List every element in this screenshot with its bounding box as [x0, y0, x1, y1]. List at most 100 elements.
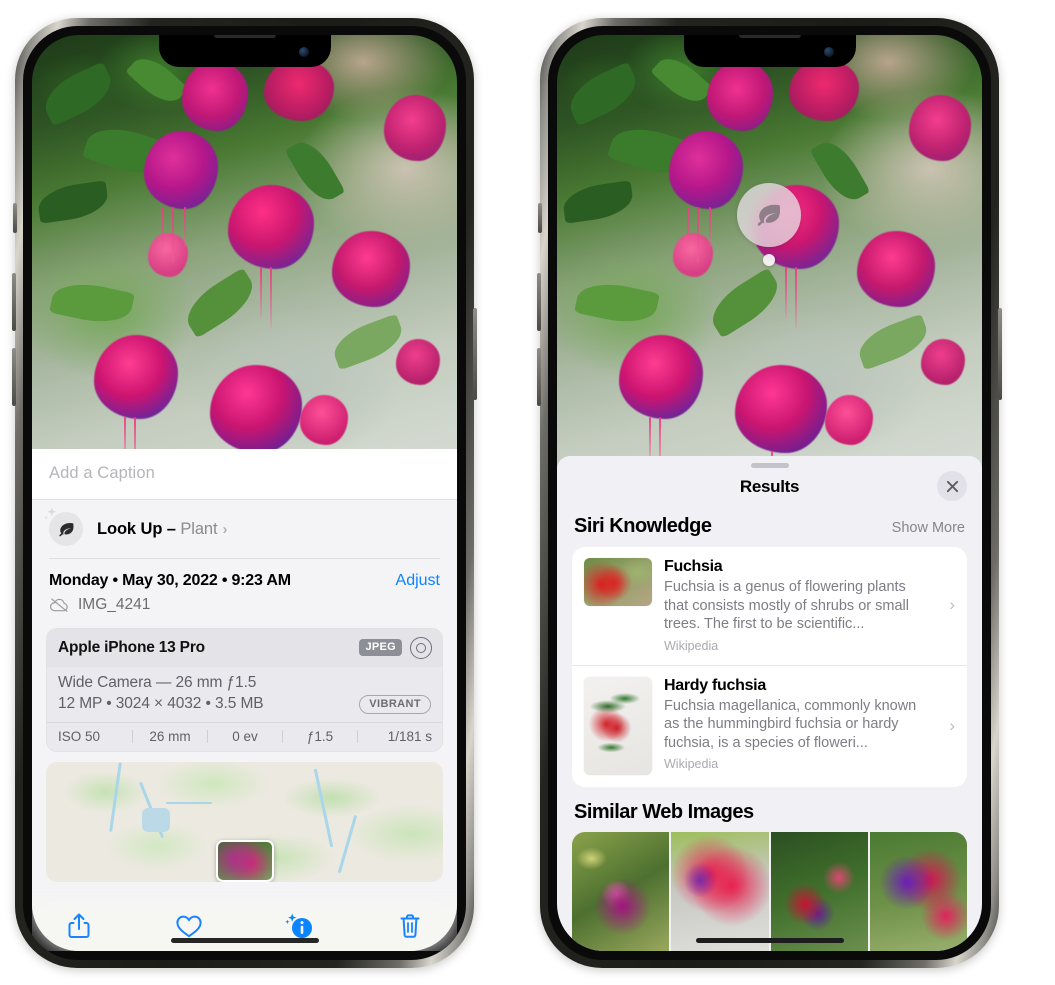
web-image-3[interactable] — [770, 831, 868, 951]
knowledge-source: Wikipedia — [664, 638, 719, 653]
web-image-1[interactable] — [572, 831, 670, 951]
iphone-right: Results Siri Knowledge Show More Fuchsia… — [537, 18, 1002, 968]
style-badge: VIBRANT — [359, 694, 431, 714]
knowledge-source: Wikipedia — [664, 757, 719, 772]
exif-aperture: ƒ1.5 — [306, 728, 334, 744]
close-button[interactable] — [937, 471, 967, 501]
close-icon — [946, 480, 958, 492]
exif-ev: 0 ev — [232, 728, 258, 744]
notch-left — [158, 35, 331, 67]
sparkle-icon — [43, 507, 57, 520]
look-up-title: Look Up — [97, 519, 163, 538]
photo-date: Monday • May 30, 2022 • 9:23 AM — [49, 571, 291, 589]
silence-switch[interactable] — [538, 203, 542, 233]
silence-switch[interactable] — [13, 203, 17, 233]
volume-down-button[interactable] — [12, 348, 16, 406]
front-camera-icon — [823, 47, 834, 57]
earpiece-speaker-icon — [213, 35, 276, 38]
phone-bezel-right: Results Siri Knowledge Show More Fuchsia… — [548, 26, 991, 960]
share-icon — [68, 913, 90, 938]
knowledge-row-text: Fuchsia Fuchsia is a genus of flowering … — [664, 558, 933, 653]
phone-bezel-left: Add a Caption Look Up – Plant › Monday •… — [23, 26, 466, 960]
specs-line: 12 MP • 3024 × 4032 • 3.5 MB — [58, 695, 264, 712]
results-title: Results — [739, 477, 800, 496]
notch-right — [683, 35, 856, 67]
camera-model: Apple iPhone 13 Pro — [58, 638, 205, 656]
caption-input[interactable]: Add a Caption — [49, 464, 440, 483]
heart-icon — [176, 915, 202, 938]
look-up-icon-wrap — [43, 507, 83, 546]
file-name: IMG_4241 — [78, 595, 151, 613]
leaf-icon — [757, 204, 781, 226]
knowledge-row-fuchsia[interactable]: Fuchsia Fuchsia is a genus of flowering … — [572, 547, 967, 665]
screen-left: Add a Caption Look Up – Plant › Monday •… — [32, 35, 457, 951]
aperture-icon[interactable] — [410, 636, 432, 659]
adjust-button[interactable]: Adjust — [396, 572, 440, 590]
photo-viewer-left[interactable] — [32, 35, 457, 483]
trash-icon — [400, 914, 420, 938]
similar-web-images-strip[interactable] — [572, 831, 967, 951]
knowledge-row-text: Hardy fuchsia Fuchsia magellanica, commo… — [664, 677, 933, 772]
exif-row: ISO 50 26 mm 0 ev ƒ1.5 1/181 s — [47, 721, 442, 751]
delete-button[interactable] — [389, 907, 431, 945]
chevron-right-icon: › — [222, 520, 228, 538]
knowledge-description: Fuchsia magellanica, commonly known as t… — [664, 697, 917, 751]
look-up-anchor-dot — [763, 254, 775, 266]
similar-web-images-title: Similar Web Images — [574, 800, 754, 823]
home-indicator-left[interactable] — [170, 938, 319, 943]
knowledge-title: Hardy fuchsia — [664, 676, 766, 694]
fuchsia-thumbnail — [584, 558, 652, 606]
results-header: Results — [557, 468, 982, 510]
info-sparkle-icon — [284, 913, 312, 938]
siri-knowledge-header: Siri Knowledge Show More — [557, 510, 982, 547]
file-row: IMG_4241 — [32, 590, 457, 626]
camera-card-body: Wide Camera — 26 mm ƒ1.5 12 MP • 3024 × … — [47, 667, 442, 722]
knowledge-row-hardy-fuchsia[interactable]: Hardy fuchsia Fuchsia magellanica, commo… — [572, 664, 967, 787]
power-button[interactable] — [473, 308, 477, 400]
camera-header-badges: JPEG — [359, 636, 432, 659]
exif-focal: 26 mm — [149, 728, 191, 744]
similar-web-images-header: Similar Web Images — [557, 787, 982, 832]
format-badge: JPEG — [359, 639, 402, 656]
chevron-right-icon: › — [949, 715, 955, 735]
photo-info-sheet: Add a Caption Look Up – Plant › Monday •… — [32, 449, 457, 951]
camera-card-header: Apple iPhone 13 Pro JPEG — [47, 628, 442, 667]
look-up-subject: Plant — [180, 519, 218, 538]
look-up-leaf-badge[interactable] — [737, 183, 801, 247]
siri-knowledge-card: Fuchsia Fuchsia is a genus of flowering … — [572, 547, 967, 787]
camera-info-card: Apple iPhone 13 Pro JPEG Wide Camera — 2… — [46, 627, 443, 752]
look-up-row[interactable]: Look Up – Plant › — [32, 500, 457, 558]
photo-location-pin[interactable] — [215, 839, 274, 882]
web-image-2[interactable] — [671, 831, 769, 951]
web-image-4[interactable] — [869, 831, 967, 951]
front-camera-icon — [298, 47, 309, 57]
screenshot-canvas: Add a Caption Look Up – Plant › Monday •… — [0, 0, 1055, 985]
date-row: Monday • May 30, 2022 • 9:23 AM Adjust — [32, 559, 457, 590]
look-up-dash: – — [166, 519, 176, 538]
specs-wrap: 12 MP • 3024 × 4032 • 3.5 MB VIBRANT — [58, 694, 431, 714]
exif-shutter: 1/181 s — [387, 728, 432, 744]
power-button[interactable] — [998, 308, 1002, 400]
visual-lookup-results-sheet: Results Siri Knowledge Show More Fuchsia… — [557, 456, 982, 951]
location-map[interactable] — [46, 761, 443, 882]
look-up-label: Look Up – Plant › — [97, 520, 227, 539]
volume-down-button[interactable] — [537, 348, 541, 406]
show-more-button[interactable]: Show More — [892, 520, 965, 536]
caption-field-row[interactable]: Add a Caption — [32, 449, 457, 500]
iphone-left: Add a Caption Look Up – Plant › Monday •… — [12, 18, 477, 968]
volume-up-button[interactable] — [12, 273, 16, 331]
knowledge-title: Fuchsia — [664, 558, 723, 575]
earpiece-speaker-icon — [738, 35, 801, 38]
screen-right: Results Siri Knowledge Show More Fuchsia… — [557, 35, 982, 951]
photo-viewer-right[interactable] — [557, 35, 982, 483]
knowledge-description: Fuchsia is a genus of flowering plants t… — [664, 579, 909, 633]
exif-iso: ISO 50 — [58, 728, 101, 744]
home-indicator-right[interactable] — [695, 938, 844, 943]
siri-knowledge-title: Siri Knowledge — [574, 515, 712, 537]
chevron-right-icon: › — [949, 595, 955, 615]
volume-up-button[interactable] — [537, 273, 541, 331]
hardy-fuchsia-thumbnail — [584, 676, 652, 775]
lens-line: Wide Camera — 26 mm ƒ1.5 — [58, 673, 257, 691]
share-button[interactable] — [58, 907, 100, 945]
cloud-slash-icon — [50, 597, 68, 612]
